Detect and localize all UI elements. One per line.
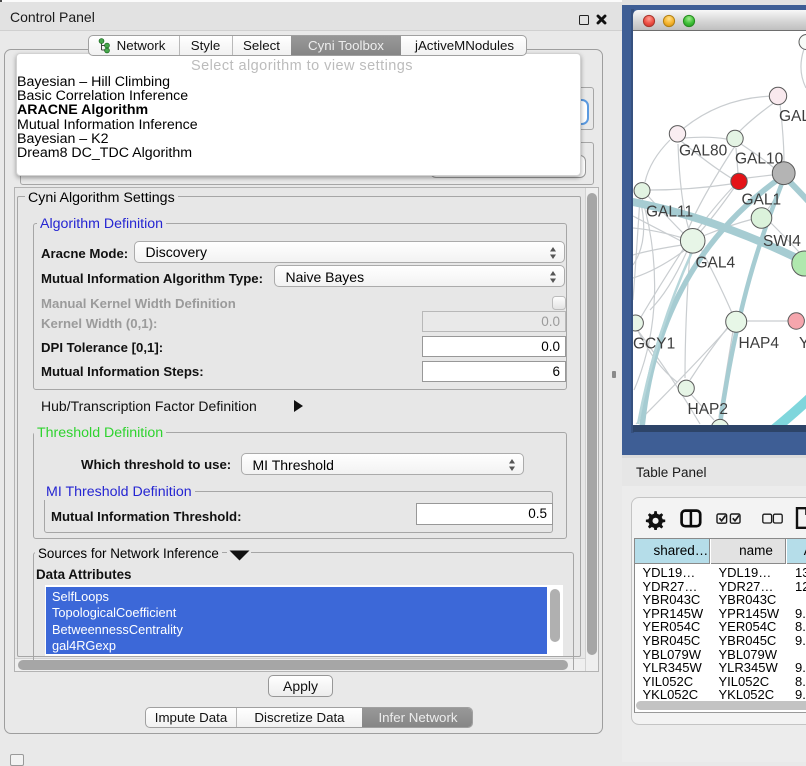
svg-text:HAP4: HAP4	[739, 335, 780, 352]
svg-text:HAP2: HAP2	[688, 401, 729, 418]
svg-text:GAL10: GAL10	[735, 151, 784, 168]
svg-text:GCY1: GCY1	[633, 336, 675, 353]
svg-text:GAL4: GAL4	[696, 255, 736, 272]
svg-text:SWI4: SWI4	[763, 233, 801, 250]
svg-text:GAL1: GAL1	[742, 192, 782, 209]
svg-text:Y: Y	[799, 335, 806, 352]
svg-text:GAL11: GAL11	[646, 204, 693, 221]
svg-text:GAL80: GAL80	[679, 143, 728, 160]
svg-text:GAL2: GAL2	[779, 108, 806, 125]
